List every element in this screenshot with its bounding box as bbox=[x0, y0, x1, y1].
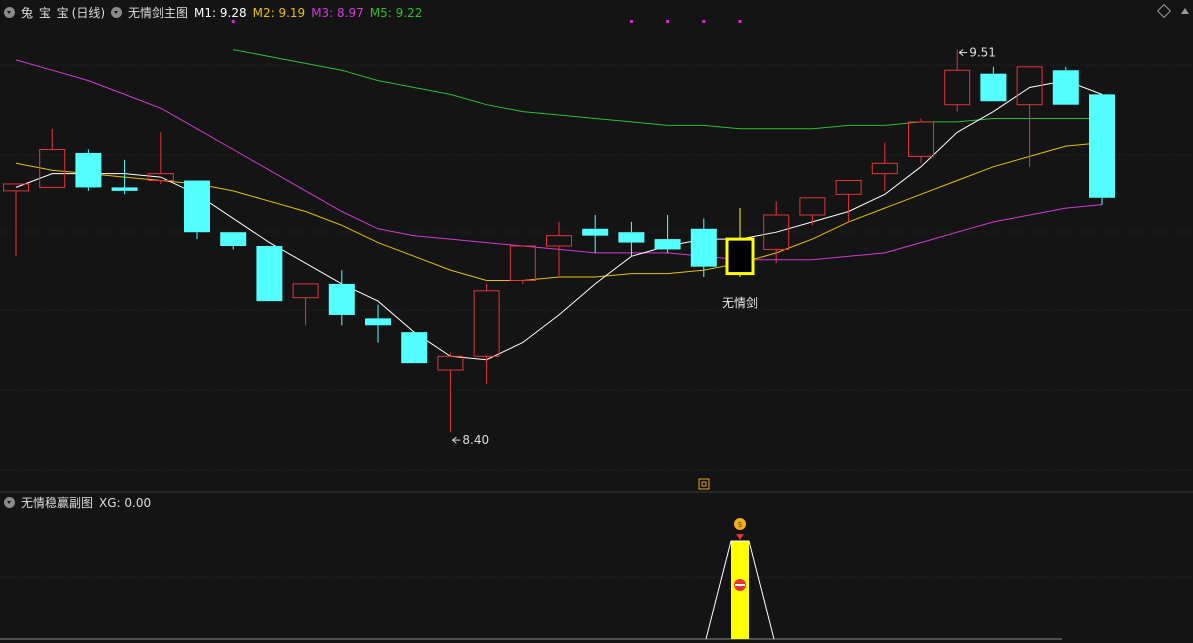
signal-marker bbox=[666, 20, 670, 23]
series-line-m1 bbox=[15, 80, 1103, 361]
candle-body bbox=[292, 283, 319, 299]
main-chart-header: 兔 宝 宝 (日线) 无情剑主图 M1: 9.28 M2: 9.19 M3: 8… bbox=[4, 4, 422, 21]
m5-line bbox=[233, 49, 1102, 130]
price-annotations: 无情剑 8.40 9.51 bbox=[452, 46, 996, 490]
collapse-icon[interactable] bbox=[4, 497, 15, 508]
candle-body bbox=[618, 232, 645, 243]
signal-label: 无情剑 bbox=[722, 295, 758, 310]
candle-body bbox=[328, 283, 355, 315]
stock-chart[interactable]: 无情剑 8.40 9.51 $ bbox=[0, 0, 1193, 643]
period-label: (日线) bbox=[71, 6, 106, 20]
candle bbox=[184, 180, 210, 240]
candle-body bbox=[220, 232, 247, 246]
collapse-icon[interactable] bbox=[4, 7, 15, 18]
xg-value: XG: 0.00 bbox=[99, 495, 152, 510]
money-bag-symbol: $ bbox=[737, 520, 742, 529]
candle bbox=[582, 214, 609, 253]
candle bbox=[3, 183, 29, 257]
signal-marker bbox=[702, 20, 706, 23]
candle bbox=[473, 283, 500, 384]
stock-name: 兔 宝 宝 bbox=[21, 6, 70, 20]
scroll-up-icon[interactable] bbox=[1181, 8, 1189, 14]
candle bbox=[618, 221, 645, 257]
candle-body bbox=[835, 180, 862, 195]
candlesticks bbox=[3, 49, 1115, 433]
m2-value: M2: 9.19 bbox=[252, 5, 306, 20]
candle-body bbox=[690, 228, 717, 267]
indicator-menu-icon[interactable] bbox=[111, 7, 123, 18]
series-line-m5 bbox=[233, 49, 1102, 130]
candle bbox=[292, 283, 319, 326]
candle bbox=[908, 118, 934, 164]
candle bbox=[944, 49, 971, 112]
m1-line bbox=[15, 80, 1103, 361]
candle bbox=[871, 142, 898, 191]
period-box-icon-inner bbox=[701, 481, 707, 487]
signal-marker bbox=[738, 20, 742, 23]
candle-body bbox=[75, 152, 102, 188]
candle bbox=[75, 149, 102, 191]
signal-marker bbox=[629, 20, 633, 23]
candle-body bbox=[401, 332, 428, 364]
candle bbox=[725, 208, 755, 278]
candle-body bbox=[437, 355, 464, 371]
candle-body bbox=[799, 197, 826, 216]
candle-body bbox=[980, 73, 1007, 102]
sub-chart-header: 无情稳赢副图 XG: 0.00 bbox=[4, 494, 151, 511]
candle bbox=[654, 214, 681, 253]
candle-body bbox=[365, 318, 391, 326]
candle bbox=[509, 245, 536, 284]
candle bbox=[1052, 66, 1079, 105]
candle-body bbox=[654, 239, 681, 250]
candle-body bbox=[908, 121, 934, 157]
grid-lines bbox=[0, 64, 1193, 640]
candle bbox=[220, 232, 247, 250]
candle bbox=[1016, 66, 1043, 167]
candle bbox=[111, 159, 138, 195]
candle-body bbox=[582, 228, 609, 236]
candle-body bbox=[944, 69, 971, 106]
annotation-label: 9.51 bbox=[969, 46, 996, 60]
up-arrow-icon bbox=[736, 534, 744, 540]
candle-body bbox=[1052, 70, 1079, 105]
m5-value: M5: 9.22 bbox=[369, 5, 423, 20]
red-ball-icon-band bbox=[735, 584, 745, 586]
m1-value: M1: 9.28 bbox=[194, 5, 247, 20]
candle bbox=[39, 128, 66, 188]
m3-value: M3: 8.97 bbox=[311, 5, 364, 20]
candle-body bbox=[871, 162, 898, 175]
candle-body bbox=[546, 235, 572, 247]
period-box-icon bbox=[698, 478, 710, 490]
annotation-label: 8.40 bbox=[462, 433, 489, 447]
candle-body bbox=[1089, 94, 1115, 198]
candle-body bbox=[3, 183, 29, 192]
candle bbox=[256, 246, 283, 302]
sub-indicator-title[interactable]: 无情稳赢副图 bbox=[21, 494, 93, 511]
candle-body bbox=[473, 290, 500, 357]
candle-body bbox=[111, 187, 138, 191]
candle-body bbox=[256, 246, 283, 302]
candle bbox=[835, 180, 862, 222]
candle-body bbox=[509, 245, 536, 281]
candle bbox=[401, 332, 428, 364]
main-indicator-title[interactable]: 无情剑主图 bbox=[128, 4, 188, 21]
candle bbox=[546, 221, 572, 278]
candle bbox=[799, 197, 826, 226]
candle bbox=[980, 66, 1007, 102]
sub-chart: $ bbox=[705, 518, 775, 640]
candle bbox=[1089, 94, 1115, 205]
candle bbox=[437, 352, 464, 433]
signal-candle bbox=[725, 237, 755, 276]
candle-body bbox=[184, 180, 210, 233]
